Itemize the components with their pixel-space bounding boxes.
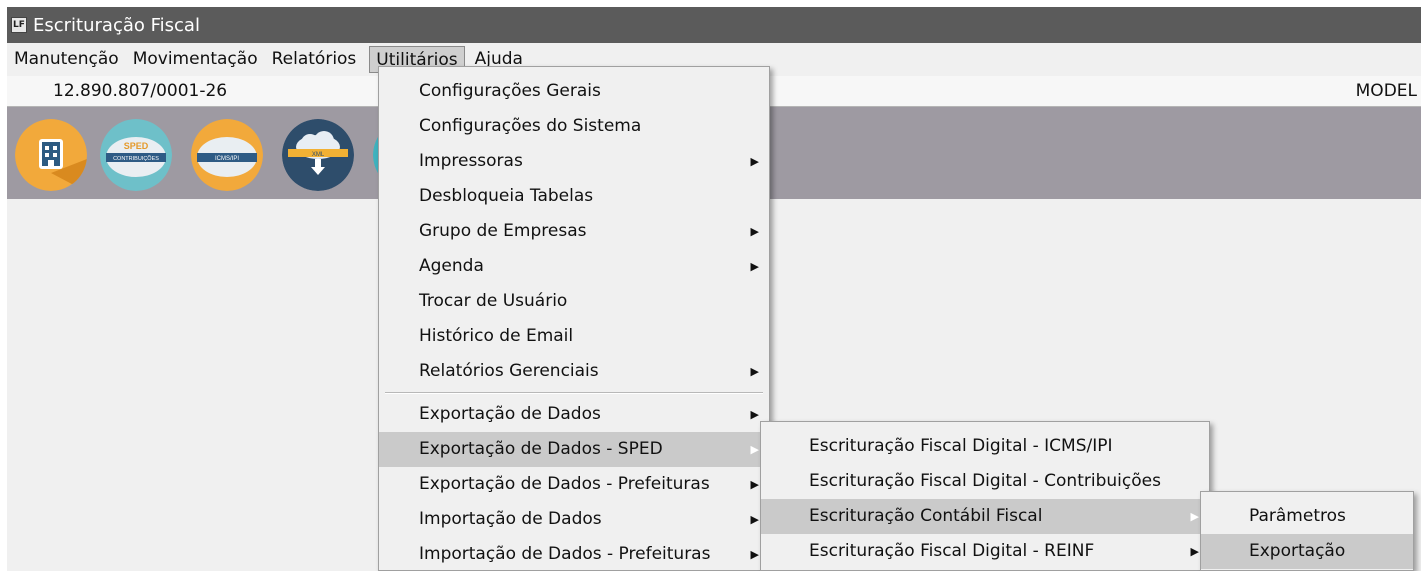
menu-item-label: Configurações do Sistema	[419, 116, 642, 136]
title-bar: LF Escrituração Fiscal	[7, 7, 1421, 43]
menu-item-label: Escrituração Fiscal Digital - ICMS/IPI	[809, 436, 1113, 456]
sped-contribuicoes-icon[interactable]: SPED CONTRIBUIÇÕES	[100, 119, 172, 191]
submenu-arrow-icon: ▶	[750, 408, 759, 421]
icms-ipi-icon[interactable]: ICMS/IPI	[191, 119, 263, 191]
submenu-arrow-icon: ▶	[750, 548, 759, 561]
menu-item-efd-contribuicoes[interactable]: Escrituração Fiscal Digital - Contribuiç…	[761, 464, 1209, 499]
menu-manutencao[interactable]: Manutenção	[7, 46, 126, 73]
sped-text: SPED	[124, 141, 149, 151]
xml-text: XML	[312, 152, 325, 158]
menu-item-label: Impressoras	[419, 151, 523, 171]
xml-download-icon[interactable]: XML	[282, 119, 354, 191]
menu-item-label: Importação de Dados - Prefeituras	[419, 544, 711, 564]
icms-ipi-text: ICMS/IPI	[215, 156, 239, 162]
menu-separator	[385, 392, 763, 394]
menu-item-escrituracao-contabil-fiscal[interactable]: Escrituração Contábil Fiscal ▶	[761, 499, 1209, 534]
menu-item-desbloqueia-tabelas[interactable]: Desbloqueia Tabelas	[379, 179, 769, 214]
menu-item-trocar-usuario[interactable]: Trocar de Usuário	[379, 284, 769, 319]
menu-item-agenda[interactable]: Agenda ▶	[379, 249, 769, 284]
menu-item-label: Escrituração Fiscal Digital - REINF	[809, 541, 1095, 561]
menu-item-configuracoes-gerais[interactable]: Configurações Gerais	[379, 74, 769, 109]
app-logo-icon: LF	[11, 17, 27, 33]
ecf-submenu: Parâmetros Exportação	[1200, 491, 1414, 571]
menu-item-exportacao-dados-sped[interactable]: Exportação de Dados - SPED ▶	[379, 432, 769, 467]
menu-item-label: Exportação de Dados - SPED	[419, 439, 663, 459]
submenu-arrow-icon: ▶	[750, 260, 759, 273]
menu-item-historico-email[interactable]: Histórico de Email	[379, 319, 769, 354]
submenu-arrow-icon: ▶	[750, 155, 759, 168]
submenu-arrow-icon: ▶	[750, 225, 759, 238]
menu-item-label: Relatórios Gerenciais	[419, 361, 599, 381]
menu-relatorios[interactable]: Relatórios	[265, 46, 364, 73]
company-icon[interactable]	[15, 119, 87, 191]
menu-item-impressoras[interactable]: Impressoras ▶	[379, 144, 769, 179]
model-text: MODEL	[1355, 81, 1417, 101]
menu-item-parametros[interactable]: Parâmetros	[1201, 499, 1413, 534]
window-title: Escrituração Fiscal	[33, 14, 200, 36]
submenu-arrow-icon: ▶	[750, 365, 759, 378]
submenu-arrow-icon: ▶	[1190, 545, 1199, 558]
menu-item-label: Desbloqueia Tabelas	[419, 186, 594, 206]
menu-item-label: Exportação de Dados - Prefeituras	[419, 474, 710, 494]
menu-item-exportacao[interactable]: Exportação	[1201, 534, 1413, 569]
menu-item-importacao-dados[interactable]: Importação de Dados ▶	[379, 502, 769, 537]
menu-item-label: Importação de Dados	[419, 509, 602, 529]
menu-item-label: Grupo de Empresas	[419, 221, 587, 241]
menu-item-label: Escrituração Fiscal Digital - Contribuiç…	[809, 471, 1161, 491]
menu-item-configuracoes-sistema[interactable]: Configurações do Sistema	[379, 109, 769, 144]
sped-submenu: Escrituração Fiscal Digital - ICMS/IPI E…	[760, 421, 1210, 571]
cnpj-text: 12.890.807/0001-26	[53, 81, 228, 101]
submenu-arrow-icon: ▶	[750, 478, 759, 491]
submenu-arrow-icon: ▶	[1190, 510, 1199, 523]
menu-item-label: Exportação de Dados	[419, 404, 601, 424]
menu-item-label: Histórico de Email	[419, 326, 574, 346]
utilitarios-menu: Configurações Gerais Configurações do Si…	[378, 66, 770, 571]
menu-item-exportacao-dados-prefeituras[interactable]: Exportação de Dados - Prefeituras ▶	[379, 467, 769, 502]
menu-item-label: Configurações Gerais	[419, 81, 601, 101]
menu-item-label: Trocar de Usuário	[419, 291, 568, 311]
submenu-arrow-icon: ▶	[750, 513, 759, 526]
menu-item-relatorios-gerenciais[interactable]: Relatórios Gerenciais ▶	[379, 354, 769, 389]
menu-item-label: Exportação	[1249, 541, 1346, 561]
menu-item-exportacao-dados[interactable]: Exportação de Dados ▶	[379, 397, 769, 432]
menu-item-label: Agenda	[419, 256, 484, 276]
menu-item-label: Escrituração Contábil Fiscal	[809, 506, 1043, 526]
menu-item-label: Parâmetros	[1249, 506, 1346, 526]
menu-item-efd-icms-ipi[interactable]: Escrituração Fiscal Digital - ICMS/IPI	[761, 429, 1209, 464]
submenu-arrow-icon: ▶	[750, 443, 759, 456]
menu-item-grupo-empresas[interactable]: Grupo de Empresas ▶	[379, 214, 769, 249]
contribuicoes-text: CONTRIBUIÇÕES	[113, 155, 159, 162]
menu-item-efd-reinf[interactable]: Escrituração Fiscal Digital - REINF ▶	[761, 534, 1209, 569]
menu-movimentacao[interactable]: Movimentação	[126, 46, 265, 73]
menu-item-importacao-dados-prefeituras[interactable]: Importação de Dados - Prefeituras ▶	[379, 537, 769, 571]
